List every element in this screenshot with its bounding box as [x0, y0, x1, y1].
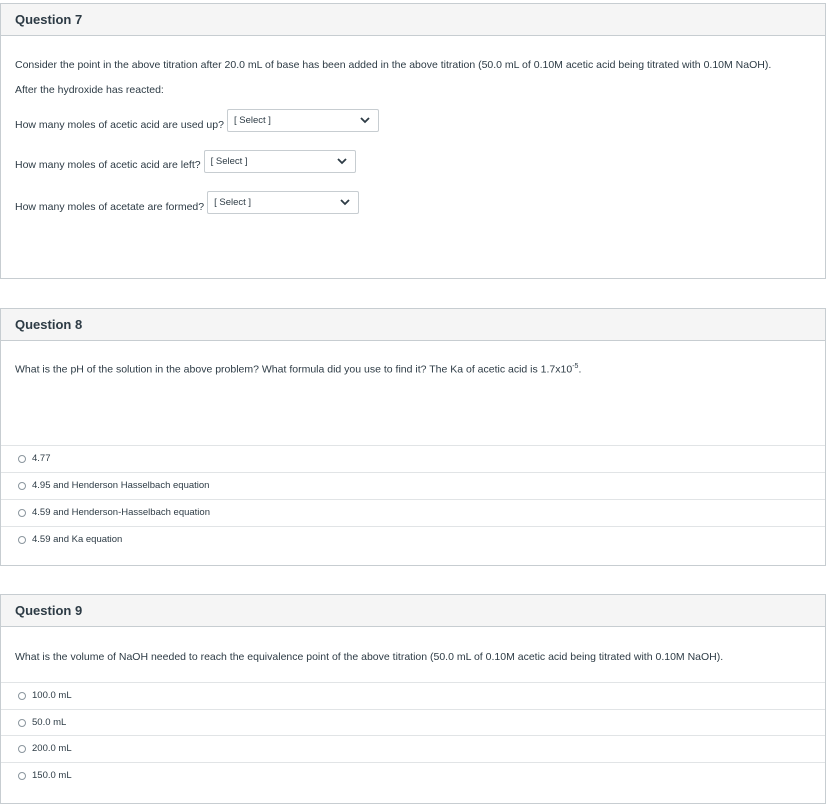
radio-button[interactable]	[18, 744, 26, 753]
question-title: Question 8	[15, 317, 83, 332]
question-9: Question 9 What is the volume of NaOH ne…	[0, 594, 826, 804]
answer-option[interactable]: 4.77	[1, 445, 825, 471]
chevron-down-icon	[340, 198, 350, 205]
answer-label: 4.59 and Ka equation	[32, 534, 123, 545]
question-title: Question 7	[15, 12, 83, 27]
select-row-formed: How many moles of acetate are formed? [ …	[15, 191, 360, 214]
radio-button[interactable]	[18, 454, 26, 463]
question-subtext: After the hydroxide has reacted:	[15, 84, 164, 96]
chevron-down-icon	[360, 116, 370, 123]
question-intro: Consider the point in the above titratio…	[15, 59, 772, 71]
answer-label: 4.95 and Henderson Hasselbach equation	[32, 480, 210, 491]
select-row-left: How many moles of acetic acid are left? …	[15, 150, 356, 173]
answer-option[interactable]: 50.0 mL	[1, 709, 825, 735]
answer-label: 150.0 mL	[32, 770, 72, 781]
select-row-used-up: How many moles of acetic acid are used u…	[15, 109, 379, 132]
select-value: [ Select ]	[233, 115, 271, 126]
answer-label: 4.77	[32, 453, 51, 464]
select-value: [ Select ]	[214, 197, 252, 208]
answer-option[interactable]: 200.0 mL	[1, 735, 825, 761]
answer-label: 50.0 mL	[32, 717, 67, 728]
select-dropdown-formed[interactable]: [ Select ]	[207, 191, 360, 214]
select-dropdown-left[interactable]: [ Select ]	[203, 150, 356, 173]
answer-label: 4.59 and Henderson-Hasselbach equation	[32, 507, 210, 518]
answer-option[interactable]: 150.0 mL	[1, 762, 825, 788]
radio-button[interactable]	[18, 691, 26, 700]
radio-button[interactable]	[18, 535, 26, 544]
radio-button[interactable]	[18, 771, 26, 780]
question-header: Question 9	[1, 595, 825, 627]
question-8: Question 8 What is the pH of the solutio…	[0, 308, 826, 566]
prompt-end: .	[578, 363, 582, 376]
answer-label: 200.0 mL	[32, 743, 72, 754]
select-label: How many moles of acetic acid are used u…	[15, 118, 224, 131]
question-7: Question 7 Consider the point in the abo…	[0, 3, 826, 279]
question-title: Question 9	[15, 603, 83, 618]
select-label: How many moles of acetate are formed?	[15, 200, 205, 213]
select-dropdown-used-up[interactable]: [ Select ]	[226, 109, 379, 132]
question-header: Question 7	[1, 4, 825, 36]
radio-button[interactable]	[18, 508, 26, 517]
question-header: Question 8	[1, 309, 825, 341]
radio-button[interactable]	[18, 718, 26, 727]
answer-option[interactable]: 4.59 and Henderson-Hasselbach equation	[1, 499, 825, 525]
question-prompt: What is the pH of the solution in the ab…	[15, 363, 581, 376]
answer-option[interactable]: 4.59 and Ka equation	[1, 526, 825, 552]
question-prompt: What is the volume of NaOH needed to rea…	[15, 651, 724, 663]
select-label: How many moles of acetic acid are left?	[15, 158, 201, 171]
prompt-text: What is the pH of the solution in the ab…	[15, 363, 573, 376]
radio-button[interactable]	[18, 481, 26, 490]
answer-option[interactable]: 100.0 mL	[1, 682, 825, 708]
answer-option[interactable]: 4.95 and Henderson Hasselbach equation	[1, 472, 825, 498]
answer-label: 100.0 mL	[32, 690, 72, 701]
select-value: [ Select ]	[210, 156, 248, 167]
chevron-down-icon	[336, 157, 347, 164]
